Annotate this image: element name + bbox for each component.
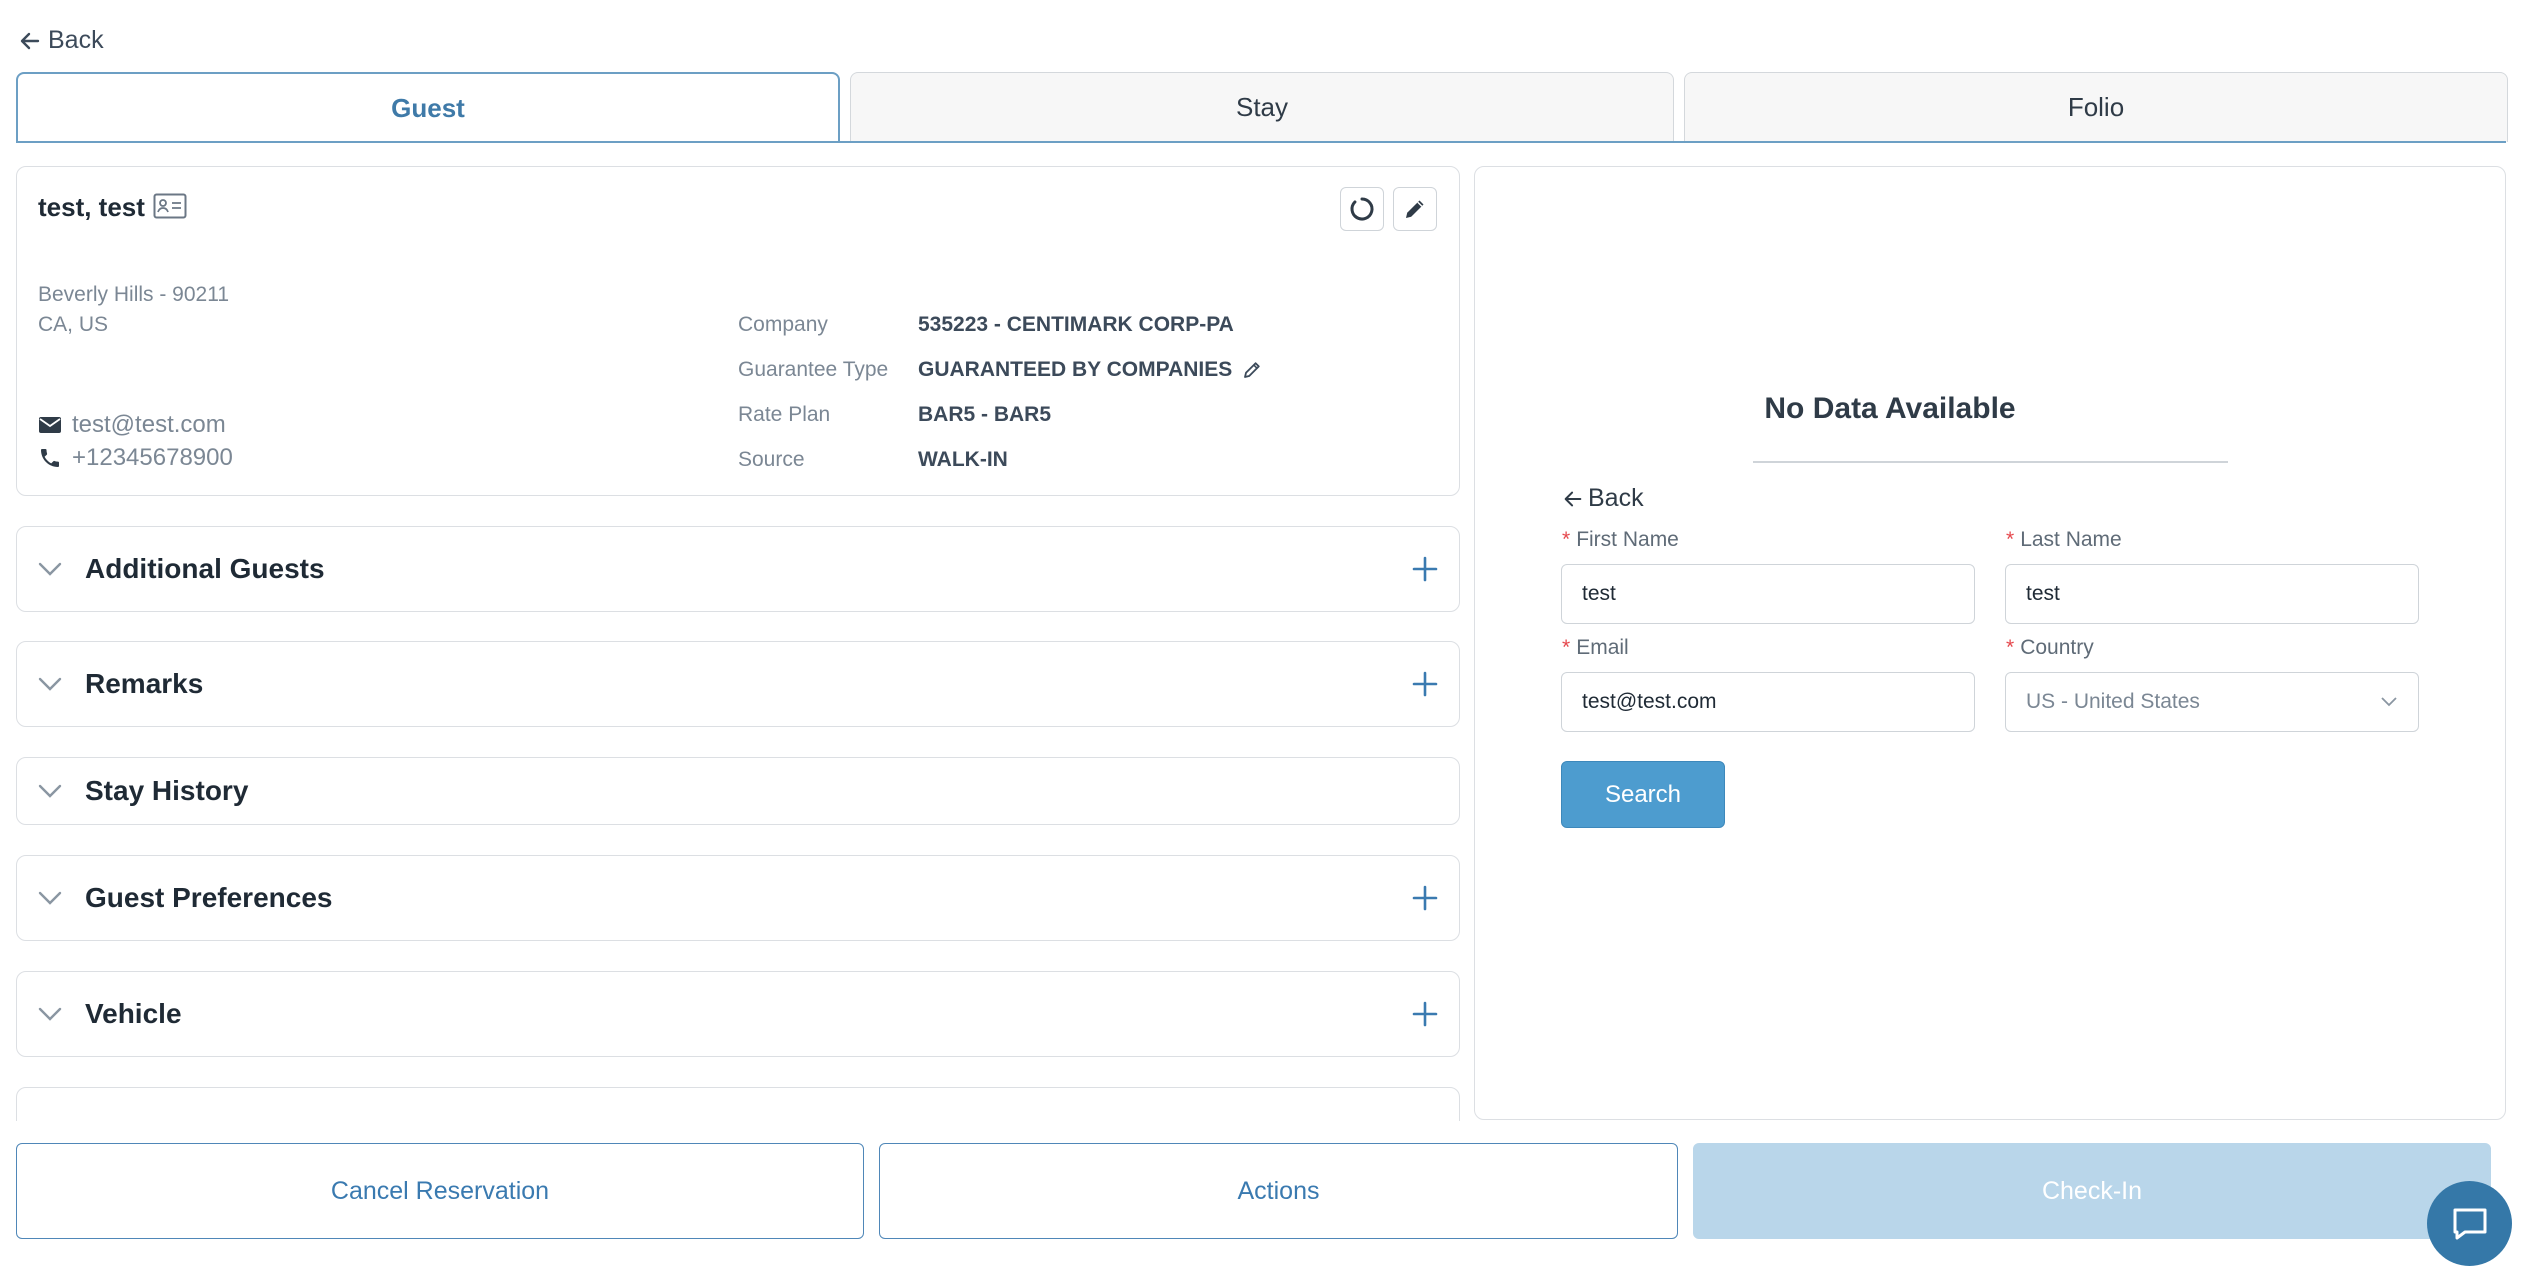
actions-button[interactable]: Actions (879, 1143, 1678, 1239)
source-value: WALK-IN (918, 448, 1008, 472)
source-text: WALK-IN (918, 448, 1008, 471)
tab-underline (16, 141, 2506, 143)
envelope-icon (38, 415, 62, 435)
pencil-icon (1403, 197, 1427, 221)
section-title: Guest Preferences (85, 882, 333, 913)
tab-stay[interactable]: Stay (850, 72, 1674, 142)
tab-label: Folio (2067, 92, 2125, 122)
id-card-icon[interactable] (153, 193, 187, 219)
section-title: Additional Guests (85, 553, 325, 584)
last-name-input[interactable] (2005, 564, 2419, 624)
edit-guest-button[interactable] (1393, 187, 1437, 231)
guest-search-panel (1474, 166, 2506, 1120)
button-label: Cancel Reservation (330, 1176, 550, 1205)
email-input[interactable] (1561, 672, 1975, 732)
address-line-2: CA, US (38, 313, 109, 336)
rate-plan-label: Rate Plan (738, 403, 831, 426)
section-title: Vehicle (85, 998, 182, 1029)
divider (1753, 461, 2228, 463)
arrow-left-icon (1562, 488, 1584, 510)
back-link[interactable]: Back (18, 26, 104, 55)
tab-label: Guest (391, 92, 465, 123)
tab-label: Stay (1235, 92, 1289, 122)
chat-button[interactable] (2427, 1181, 2512, 1266)
section-guest-preferences[interactable]: Guest Preferences (16, 855, 1460, 941)
email-label: * Email (1562, 636, 1629, 659)
first-name-label: * First Name (1562, 528, 1679, 551)
company-text: 535223 - CENTIMARK CORP-PA (918, 313, 1234, 336)
refresh-button[interactable] (1340, 187, 1384, 231)
cancel-reservation-button[interactable]: Cancel Reservation (16, 1143, 864, 1239)
chevron-down-icon (37, 561, 67, 577)
phone-text: +12345678900 (72, 444, 233, 471)
guest-name: test, test (38, 192, 145, 222)
section-clipped[interactable] (16, 1087, 1460, 1121)
phone-icon (38, 446, 62, 470)
no-data-text: No Data Available (1764, 392, 2016, 425)
email-text: test@test.com (72, 411, 226, 438)
search-label: Search (1604, 780, 1682, 808)
chevron-down-icon (37, 890, 67, 906)
rate-plan-value: BAR5 - BAR5 (918, 403, 1051, 427)
button-label: Check-In (2041, 1176, 2143, 1205)
plus-icon[interactable] (1411, 1000, 1439, 1028)
search-back-link[interactable]: Back (1562, 484, 1644, 513)
section-title: Stay History (85, 775, 249, 806)
section-stay-history[interactable]: Stay History (16, 757, 1460, 825)
guarantee-type-text: GUARANTEED BY COMPANIES (918, 358, 1233, 381)
last-name-label: * Last Name (2006, 528, 2122, 551)
guest-email[interactable]: test@test.com (38, 411, 226, 439)
first-name-input[interactable] (1561, 564, 1975, 624)
section-clipped-wrapper (16, 1087, 1460, 1121)
plus-icon[interactable] (1411, 555, 1439, 583)
plus-icon[interactable] (1411, 884, 1439, 912)
section-vehicle[interactable]: Vehicle (16, 971, 1460, 1057)
button-label: Actions (1237, 1176, 1320, 1205)
country-value: US - United States (2026, 690, 2200, 713)
company-label: Company (738, 313, 828, 336)
company-value: 535223 - CENTIMARK CORP-PA (918, 313, 1234, 337)
circle-notch-icon (1349, 196, 1375, 222)
chevron-down-icon (2380, 696, 2398, 708)
back-label: Back (48, 26, 104, 54)
country-label: * Country (2006, 636, 2094, 659)
chevron-down-icon (37, 783, 67, 799)
rate-plan-text: BAR5 - BAR5 (918, 403, 1052, 426)
back-label: Back (1588, 484, 1644, 512)
section-title: Remarks (85, 668, 204, 699)
tab-guest[interactable]: Guest (16, 72, 840, 142)
search-button[interactable]: Search (1561, 761, 1725, 828)
source-label: Source (738, 448, 805, 471)
plus-icon[interactable] (1411, 670, 1439, 698)
tab-folio[interactable]: Folio (1684, 72, 2508, 142)
country-select[interactable]: US - United States (2005, 672, 2419, 732)
pencil-outline-icon[interactable] (1242, 360, 1262, 380)
section-additional-guests[interactable]: Additional Guests (16, 526, 1460, 612)
guarantee-type-label: Guarantee Type (738, 358, 889, 381)
arrow-left-icon (18, 29, 42, 53)
guarantee-type-value: GUARANTEED BY COMPANIES (918, 358, 1262, 382)
guest-phone[interactable]: +12345678900 (38, 444, 233, 472)
check-in-button[interactable]: Check-In (1693, 1143, 2491, 1239)
chevron-down-icon (37, 1006, 67, 1022)
chat-icon (2451, 1206, 2489, 1242)
chevron-down-icon (37, 676, 67, 692)
section-remarks[interactable]: Remarks (16, 641, 1460, 727)
address-line-1: Beverly Hills - 90211 (38, 283, 230, 306)
